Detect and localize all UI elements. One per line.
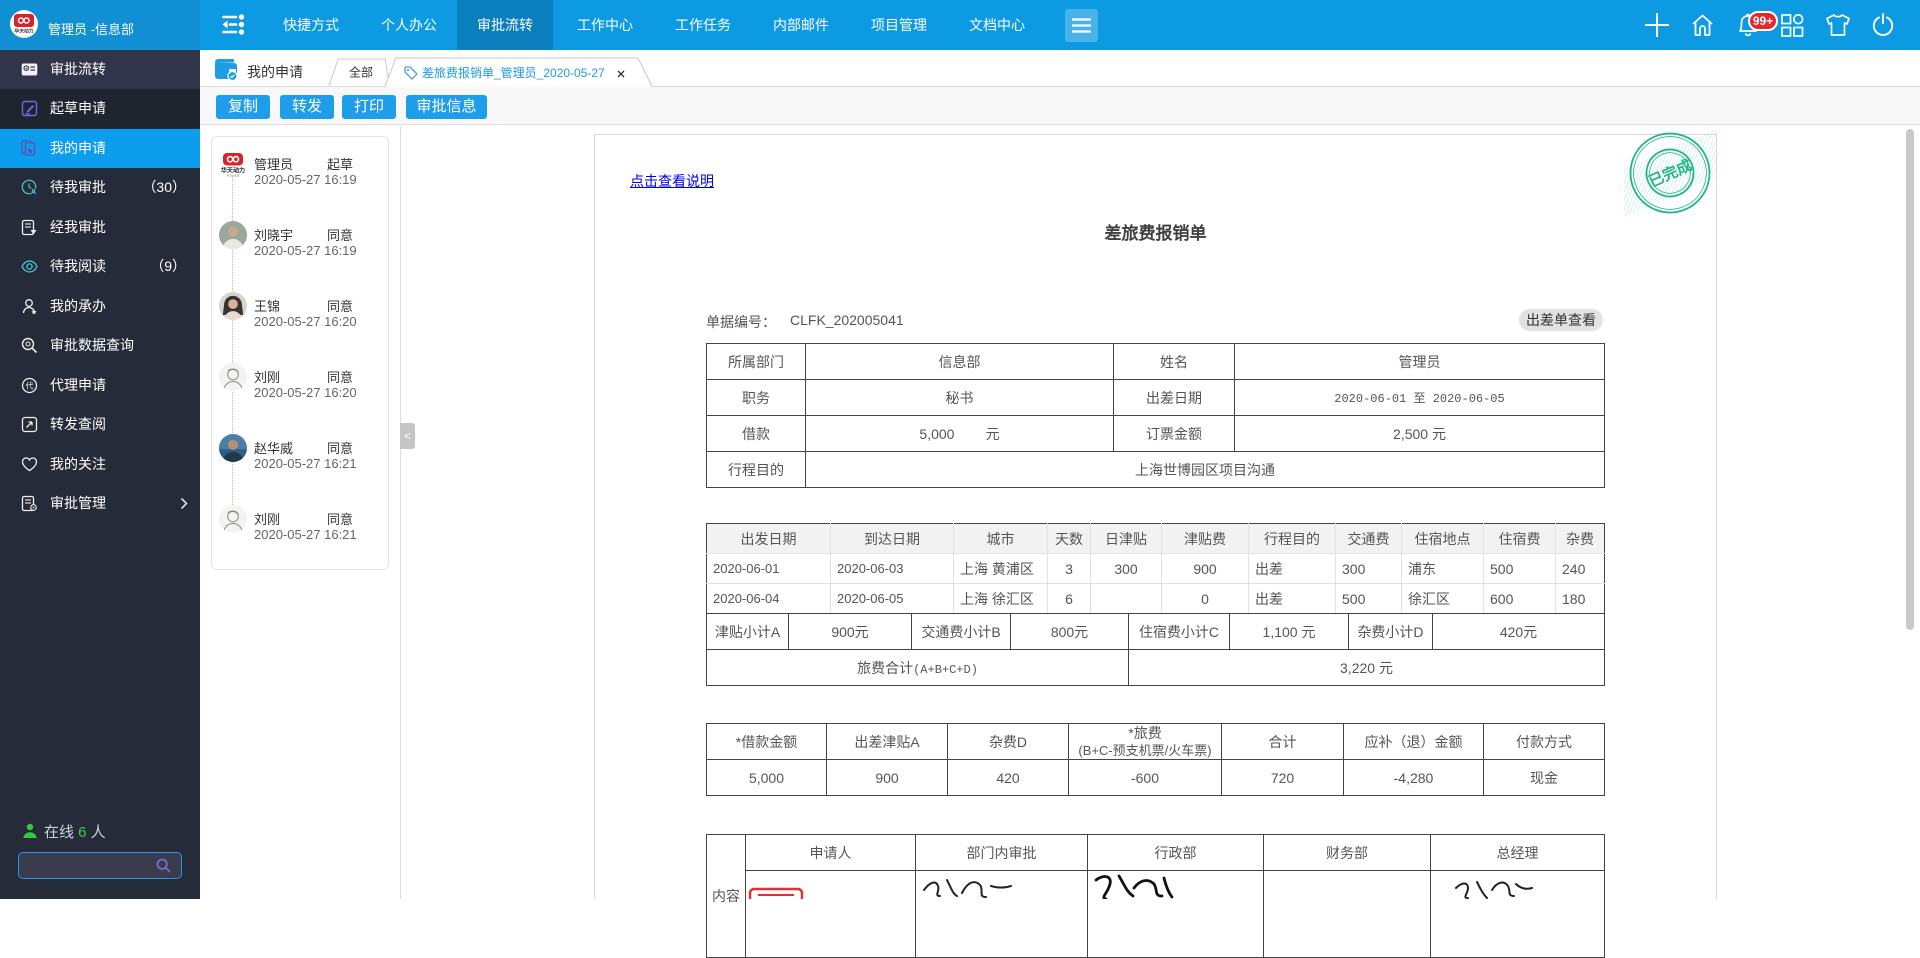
svg-text:全部: 全部 (349, 65, 373, 80)
svg-text:华天动力: 华天动力 (14, 28, 33, 35)
svg-text:代: 代 (26, 380, 34, 390)
svg-text:"POWER": "POWER" (225, 174, 241, 178)
